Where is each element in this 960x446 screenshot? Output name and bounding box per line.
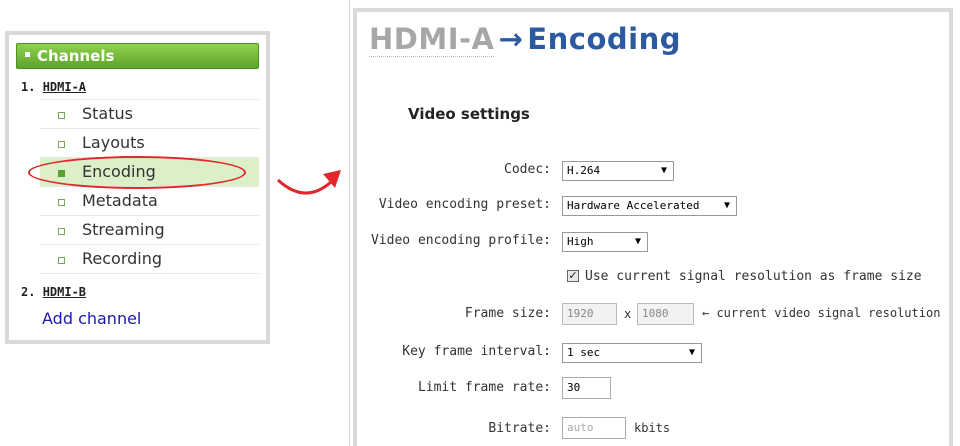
frame-size-separator: x [624, 307, 632, 321]
sidebar-item-recording[interactable]: Recording [40, 245, 259, 274]
profile-value: High [567, 235, 594, 248]
bullet-icon [58, 112, 65, 119]
codec-value: H.264 [567, 164, 601, 177]
frame-rate-label: Limit frame rate: [417, 380, 551, 395]
use-signal-resolution-label: Use current signal resolution as frame s… [585, 269, 922, 284]
channel-hdmi-b[interactable]: 2. HDMI-B [21, 285, 86, 299]
codec-select[interactable]: H.264 ▼ [562, 161, 674, 181]
preset-value: Hardware Accelerated [567, 199, 700, 212]
bitrate-input[interactable]: auto [562, 417, 626, 439]
key-frame-select[interactable]: 1 sec ▼ [562, 343, 702, 363]
frame-height-input[interactable]: 1080 [637, 303, 694, 325]
sidebar-item-layouts[interactable]: Layouts [40, 129, 259, 158]
breadcrumb-arrow: → [498, 22, 524, 56]
profile-label: Video encoding profile: [370, 233, 551, 248]
frame-size-label: Frame size: [464, 306, 551, 321]
highlight-ellipse [28, 156, 246, 189]
channel-link-hdmi-b[interactable]: HDMI-B [43, 285, 86, 299]
bitrate-label: Bitrate: [488, 421, 551, 436]
breadcrumb-channel[interactable]: HDMI-A [369, 22, 495, 57]
dropdown-caret-icon: ▼ [660, 165, 667, 176]
sidebar-item-label: Recording [82, 249, 163, 268]
sidebar-item-metadata[interactable]: Metadata [40, 187, 259, 216]
channels-header[interactable]: Channels [16, 43, 259, 69]
profile-select[interactable]: High ▼ [562, 232, 648, 252]
channel-link-hdmi-a[interactable]: HDMI-A [43, 80, 86, 94]
bullet-icon [58, 199, 65, 206]
codec-label: Codec: [504, 162, 551, 177]
frame-width-input[interactable]: 1920 [562, 303, 617, 325]
preset-label: Video encoding preset: [378, 197, 551, 212]
frame-size-note: ← current video signal resolution [702, 306, 941, 320]
section-title: Video settings [408, 105, 530, 123]
sidebar-item-label: Status [82, 104, 133, 123]
dropdown-caret-icon: ▼ [634, 236, 641, 247]
breadcrumb-current: Encoding [527, 22, 681, 56]
bitrate-unit: kbits [634, 421, 671, 435]
bullet-icon [58, 141, 65, 148]
add-channel-link[interactable]: Add channel [42, 309, 141, 328]
channel-number: 1. [21, 80, 36, 94]
use-signal-resolution-checkbox[interactable]: ✓ [567, 270, 579, 282]
dropdown-caret-icon: ▼ [688, 347, 695, 358]
sidebar-item-label: Layouts [82, 133, 145, 152]
bullet-icon [58, 257, 65, 264]
curved-arrow-icon [276, 170, 341, 195]
frame-rate-input[interactable]: 30 [562, 377, 611, 399]
dropdown-caret-icon: ▼ [723, 200, 730, 211]
panel-divider [349, 0, 350, 446]
preset-select[interactable]: Hardware Accelerated ▼ [562, 196, 737, 216]
square-icon [25, 52, 30, 57]
sidebar-item-label: Streaming [82, 220, 165, 239]
channel-hdmi-a[interactable]: 1. HDMI-A [21, 80, 86, 94]
sidebar-item-status[interactable]: Status [40, 100, 259, 129]
key-frame-value: 1 sec [567, 346, 601, 359]
page-title: HDMI-A → Encoding [369, 22, 681, 57]
channels-header-label: Channels [37, 47, 115, 65]
sidebar-item-label: Metadata [82, 191, 158, 210]
bullet-icon [58, 228, 65, 235]
sidebar-item-streaming[interactable]: Streaming [40, 216, 259, 245]
key-frame-label: Key frame interval: [402, 344, 551, 359]
channel-number: 2. [21, 285, 36, 299]
